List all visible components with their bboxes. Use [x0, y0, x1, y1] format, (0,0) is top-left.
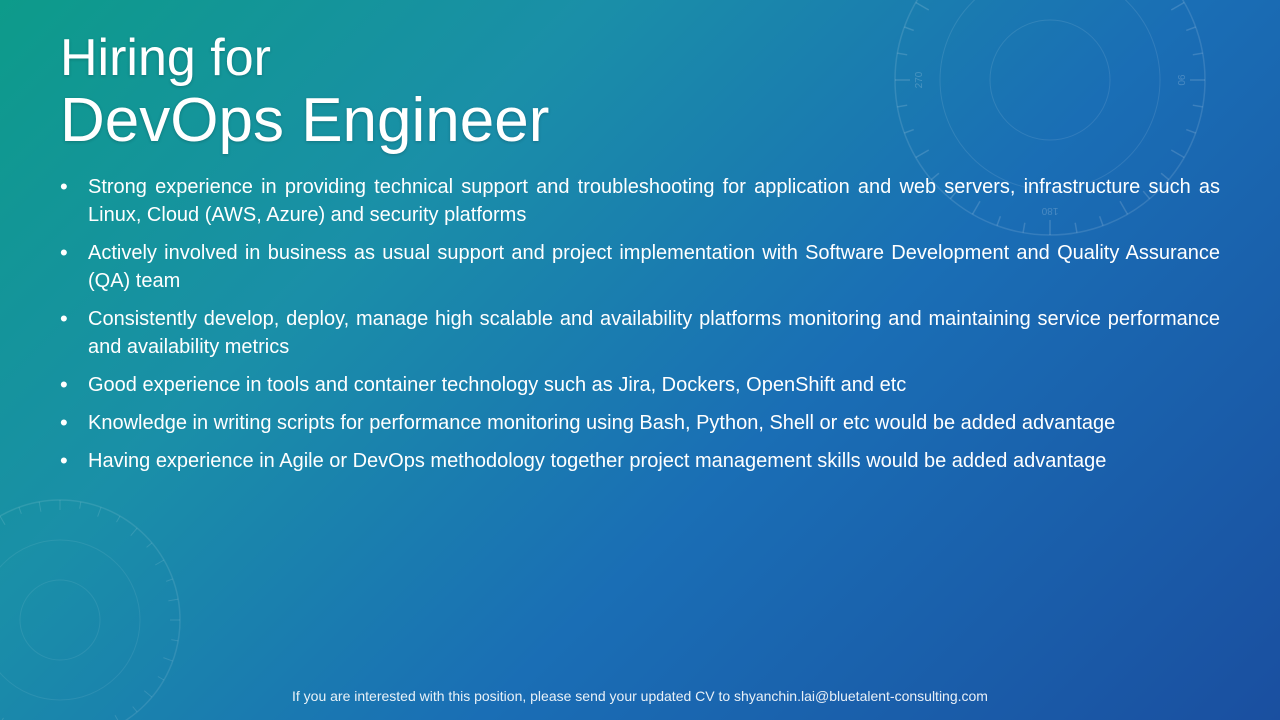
list-item: • Actively involved in business as usual…: [60, 239, 1220, 295]
bullet-text: Good experience in tools and container t…: [88, 371, 1220, 399]
title-line2: DevOps Engineer: [60, 87, 1220, 155]
requirements-list: • Strong experience in providing technic…: [60, 173, 1220, 475]
bullet-text: Having experience in Agile or DevOps met…: [88, 447, 1220, 475]
bullet-text: Actively involved in business as usual s…: [88, 239, 1220, 295]
list-item: • Strong experience in providing technic…: [60, 173, 1220, 229]
list-item: • Consistently develop, deploy, manage h…: [60, 305, 1220, 361]
bullet-text: Knowledge in writing scripts for perform…: [88, 409, 1220, 437]
bullet-dot: •: [60, 176, 80, 198]
title-line1: Hiring for: [60, 30, 1220, 87]
footer: If you are interested with this position…: [0, 682, 1280, 710]
bullet-dot: •: [60, 308, 80, 330]
bullet-text: Consistently develop, deploy, manage hig…: [88, 305, 1220, 361]
bullet-dot: •: [60, 450, 80, 472]
page-background: 0 90 180 270: [0, 0, 1280, 720]
bullet-dot: •: [60, 242, 80, 264]
main-content: Hiring for DevOps Engineer • Strong expe…: [0, 0, 1280, 720]
bullet-text: Strong experience in providing technical…: [88, 173, 1220, 229]
bullet-dot: •: [60, 412, 80, 434]
list-item: • Good experience in tools and container…: [60, 371, 1220, 399]
footer-text: If you are interested with this position…: [292, 688, 988, 704]
list-item: • Knowledge in writing scripts for perfo…: [60, 409, 1220, 437]
title-section: Hiring for DevOps Engineer: [60, 30, 1220, 155]
bullet-dot: •: [60, 374, 80, 396]
list-item: • Having experience in Agile or DevOps m…: [60, 447, 1220, 475]
